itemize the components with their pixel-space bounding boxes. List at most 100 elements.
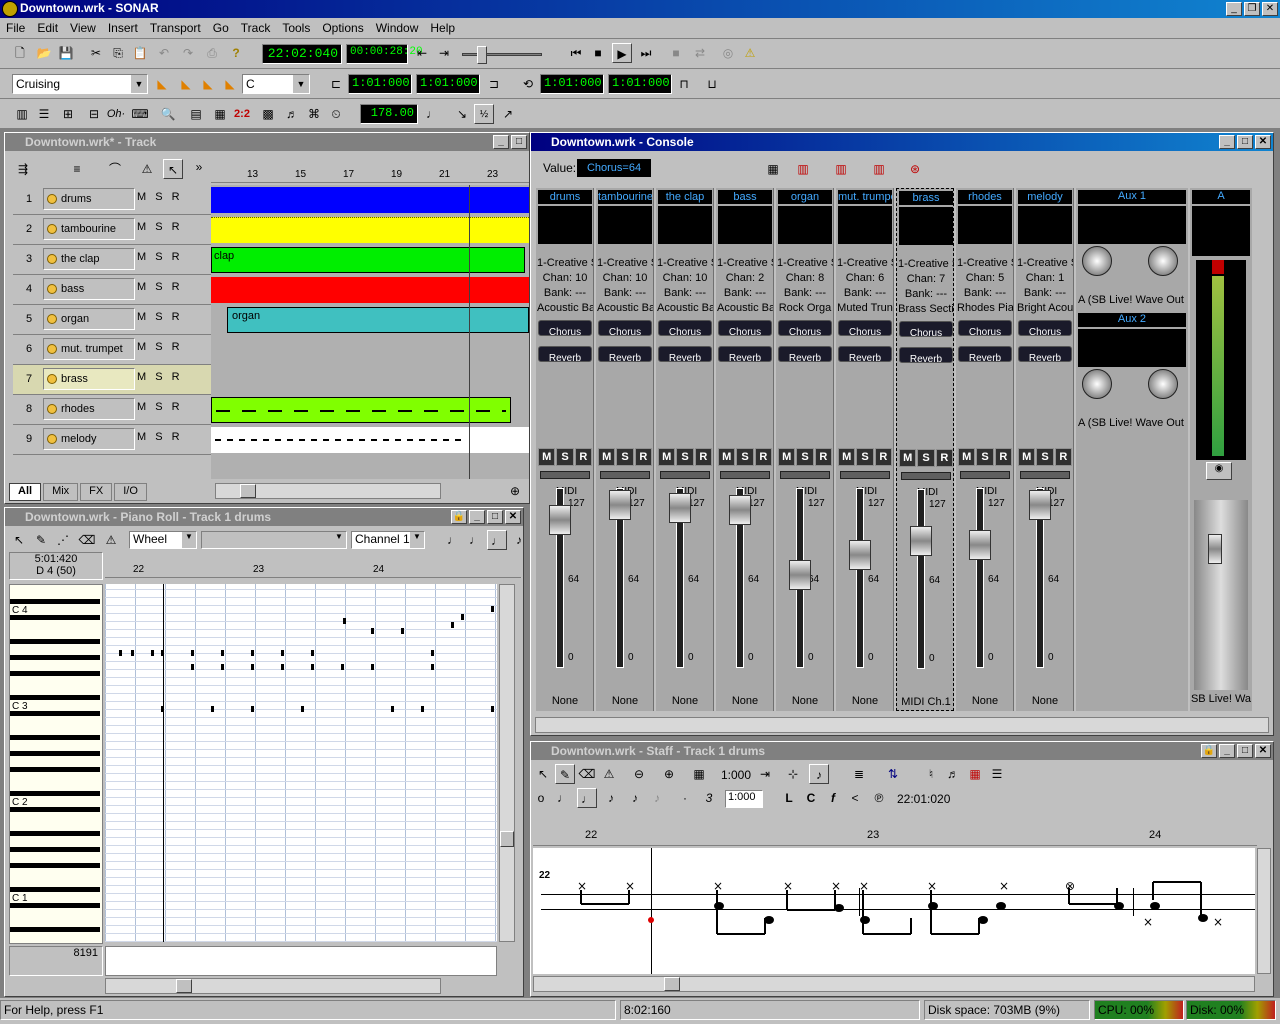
punch-icon[interactable]: ⊔ [702,74,722,94]
piano-roll-vscroll[interactable] [499,584,515,942]
strip-bank[interactable]: Bank: --- [957,286,1013,301]
close-button[interactable]: ✕ [505,510,521,524]
strip-patch[interactable]: Acoustic Ba [717,301,773,316]
midi-note[interactable] [341,664,344,670]
sysx-icon[interactable]: ⌘ [304,104,324,124]
strip-patch[interactable]: Acoustic Ba [537,301,593,316]
black-key[interactable] [10,735,100,740]
track-row[interactable]: 9 melody M S R [13,425,211,455]
stop-icon[interactable]: ■ [588,43,608,63]
metronome-icon[interactable]: ⏲ [326,104,346,124]
reverb-send[interactable]: Reverb [718,346,772,364]
video-icon[interactable]: ▦ [210,104,230,124]
strip-bank[interactable]: Bank: --- [717,286,773,301]
mute-button[interactable]: M [538,448,556,466]
zoom-out-icon[interactable]: ⊖ [629,764,649,784]
lock-button[interactable]: 🔒 [451,510,467,524]
strip-patch[interactable]: Muted Trun [837,301,893,316]
menu-track[interactable]: Track [235,21,277,35]
strip-channel[interactable]: Chan: 10 [597,271,653,286]
film-icon[interactable]: ▤ [186,104,206,124]
select-tool-icon[interactable]: ↖ [163,159,183,179]
strip-name[interactable]: tambourine [598,190,652,204]
strip-bank[interactable]: Bank: --- [657,286,713,301]
pencil-tool-icon[interactable]: ✎ [555,764,575,784]
reverb-send[interactable]: Reverb [958,346,1012,364]
master-out[interactable]: SB Live! Wa [1190,693,1252,705]
clip-clap[interactable]: clap [211,247,525,273]
close-button[interactable]: ✕ [1255,135,1271,149]
strip-output[interactable]: None [658,693,712,709]
piano-roll-ruler[interactable]: 22 23 24 [105,552,521,578]
tempo-down-icon[interactable]: ↘ [452,104,472,124]
menu-insert[interactable]: Insert [102,21,144,35]
console-bus-icon[interactable]: ▥ [869,159,889,179]
strip-name[interactable]: bass [718,190,772,204]
staff-props-icon[interactable]: ☰ [987,764,1007,784]
menu-help[interactable]: Help [424,21,461,35]
smpte-display[interactable]: 00:00:28:20 [346,44,423,64]
midi-note[interactable] [119,650,122,656]
strip-channel[interactable]: Chan: 8 [777,271,833,286]
menu-file[interactable]: File [0,21,31,35]
maximize-button[interactable]: □ [487,510,503,524]
midi-note[interactable] [131,650,134,656]
menu-transport[interactable]: Transport [144,21,207,35]
record-button[interactable]: R [754,448,772,466]
staff-vscroll[interactable] [1257,848,1271,974]
fretboard-icon[interactable]: ♮ [921,764,941,784]
solo-button[interactable]: S [676,448,694,466]
help-icon[interactable]: ? [226,43,246,63]
marker-flag-icon[interactable]: ◣ [152,74,172,94]
restore-button[interactable]: ❐ [1244,2,1260,16]
tempo-half-icon[interactable]: ½ [474,104,494,124]
fader-cap[interactable] [969,530,991,560]
black-key[interactable] [10,863,100,868]
fader-cap[interactable] [729,495,751,525]
tempo-up-icon[interactable]: ↗ [498,104,518,124]
console-strip-icon[interactable]: ▥ [793,159,813,179]
menu-go[interactable]: Go [207,21,235,35]
chorus-send[interactable]: Chorus [899,321,953,339]
midi-note[interactable] [251,650,254,656]
console-aux-icon[interactable]: ▥ [831,159,851,179]
minimize-button[interactable]: _ [1219,744,1235,758]
reverb-send[interactable]: Reverb [778,346,832,364]
fader-cap[interactable] [849,540,871,570]
zoom-in-icon[interactable]: ⊕ [659,764,679,784]
midi-note[interactable] [401,628,404,634]
tab-all[interactable]: All [9,483,42,501]
black-key[interactable] [10,831,100,836]
menu-options[interactable]: Options [316,21,369,35]
fx-bin-icon[interactable]: ⚠ [137,159,157,179]
console-meter-icon[interactable]: ⊛ [905,159,925,179]
dot-icon[interactable]: · [675,788,695,808]
loop-set-icon[interactable]: ⊓ [674,74,694,94]
staff-pane[interactable]: 22 × × × × × × × × ⊗ × × [533,848,1255,974]
quarter-note-icon[interactable]: ♩ [577,788,597,808]
strip-name[interactable]: drums [538,190,592,204]
strip-channel[interactable]: Chan: 5 [957,271,1013,286]
close-button[interactable]: ✕ [1262,2,1278,16]
record-auto-icon[interactable]: ⇄ [690,43,710,63]
aux-2-knob-right[interactable] [1148,369,1178,399]
midi-note[interactable] [161,706,164,712]
time-signature-icon[interactable]: 2:2 [232,104,252,124]
midi-note[interactable] [301,706,304,712]
record-button[interactable]: R [694,448,712,466]
redo-icon[interactable]: ↷ [178,43,198,63]
midi-note[interactable] [211,706,214,712]
fader-cap[interactable] [609,490,631,520]
menu-view[interactable]: View [64,21,102,35]
strip-patch[interactable]: Acoustic Ba [597,301,653,316]
strip-device[interactable]: 1-Creative S [837,256,893,271]
fader-track[interactable] [976,488,984,668]
chorus-send[interactable]: Chorus [718,320,772,338]
midi-note[interactable] [371,664,374,670]
strip-device[interactable]: 1-Creative S [657,256,713,271]
minimize-button[interactable]: _ [469,510,485,524]
maximize-button[interactable]: □ [511,135,527,149]
staff-ruler[interactable]: 22 23 24 [533,828,1257,846]
track-row[interactable]: 6 mut. trumpet M S R [13,335,211,365]
eraser-tool-icon[interactable]: ⌫ [77,530,97,550]
